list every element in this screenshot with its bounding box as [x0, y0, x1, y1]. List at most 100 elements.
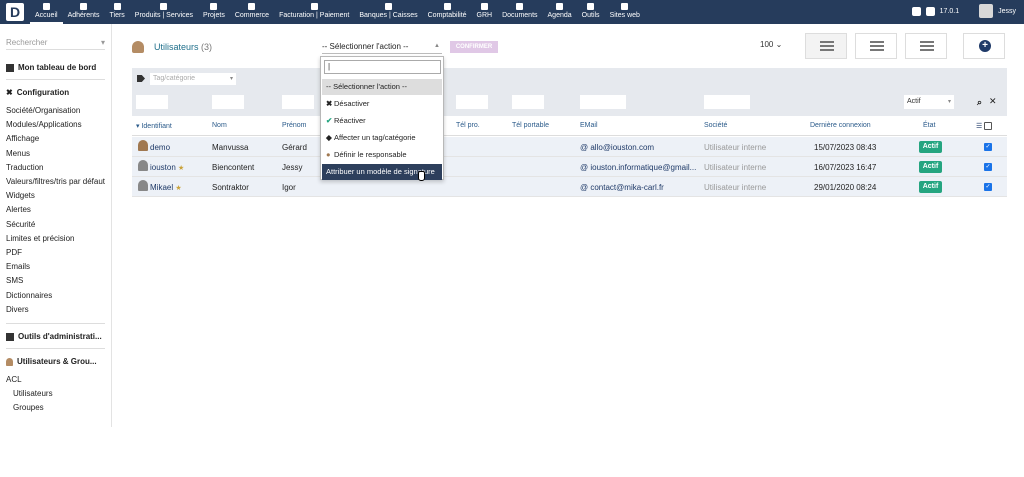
view-kanban-button[interactable] — [905, 33, 947, 59]
cell-email[interactable]: @ iouston.informatique@gmail... — [580, 163, 696, 172]
help-icon[interactable] — [925, 6, 935, 16]
sidebar-item-limites[interactable]: Limites et précision — [6, 232, 105, 246]
menu-documents[interactable]: Documents — [497, 0, 542, 24]
menu-agenda[interactable]: Agenda — [543, 0, 577, 24]
cell-login[interactable]: Mikael ★ — [150, 183, 182, 192]
confirm-button[interactable]: CONFIRMER — [450, 41, 498, 53]
sidebar-item-valeurs[interactable]: Valeurs/filtres/tris par défaut — [6, 175, 105, 189]
row-checkbox[interactable]: ✓ — [984, 163, 992, 171]
caret-up-icon: ▲ — [434, 43, 440, 49]
sidebar-item-affichage[interactable]: Affichage — [6, 132, 105, 146]
top-navbar: D Accueil Adhérents Tiers Produits | Ser… — [0, 0, 1024, 24]
user-name[interactable]: Jessy — [998, 8, 1016, 15]
col-phone[interactable]: Tél pro. — [456, 122, 480, 129]
filter-phone-input[interactable] — [456, 95, 488, 109]
menu-tiers[interactable]: Tiers — [105, 0, 130, 24]
col-lastname[interactable]: Nom — [212, 122, 227, 129]
sidebar-item-divers[interactable]: Divers — [6, 303, 105, 317]
cell-last-login: 16/07/2023 16:47 — [814, 163, 877, 172]
sidebar-item-acl[interactable]: ACL — [6, 373, 105, 387]
menu-grh[interactable]: GRH — [472, 0, 498, 24]
sidebar-item-modules[interactable]: Modules/Applications — [6, 118, 105, 132]
filter-login-input[interactable] — [136, 95, 168, 109]
col-last-login[interactable]: Dernière connexion — [810, 122, 871, 129]
new-user-button[interactable]: + — [963, 33, 1005, 59]
sidebar-item-utilisateurs[interactable]: Utilisateurs — [6, 387, 105, 401]
col-company[interactable]: Société — [704, 122, 727, 129]
tag-filter-input[interactable]: Tag/catégorie ▾ — [150, 73, 236, 85]
sidebar-item-groupes[interactable]: Groupes — [6, 401, 105, 415]
status-filter-select[interactable]: Actif ▾ — [904, 95, 954, 109]
view-list-button[interactable] — [805, 33, 847, 59]
col-mobile[interactable]: Tél portable — [512, 122, 549, 129]
menu-banques[interactable]: Banques | Caisses — [354, 0, 422, 24]
sidebar-users-groups[interactable]: Utilisateurs & Grou... — [6, 357, 105, 366]
menu-outils[interactable]: Outils — [577, 0, 605, 24]
menu-adherents[interactable]: Adhérents — [63, 0, 105, 24]
wrench-icon — [587, 3, 595, 10]
sidebar-admin-tools[interactable]: Outils d'administrati... — [6, 332, 105, 341]
row-checkbox[interactable]: ✓ — [984, 183, 992, 191]
limit-select[interactable]: 100 ⌄ — [760, 40, 782, 49]
col-status[interactable]: État — [923, 122, 935, 129]
sidebar-item-pdf[interactable]: PDF — [6, 246, 105, 260]
column-select-icon[interactable]: ☰ — [976, 122, 982, 130]
menu-commerce[interactable]: Commerce — [230, 0, 274, 24]
cell-email[interactable]: @ allo@iouston.com — [580, 143, 654, 152]
row-checkbox[interactable]: ✓ — [984, 143, 992, 151]
dropdown-item-tag[interactable]: ◆ Affecter un tag/catégorie — [322, 130, 442, 146]
print-icon[interactable] — [911, 6, 921, 16]
cell-lastname: Biencontent — [212, 163, 255, 172]
mouse-cursor-icon — [418, 171, 425, 181]
search-icon[interactable]: ⌕ — [977, 97, 982, 108]
filter-email-input[interactable] — [580, 95, 626, 109]
sidebar-item-dictionnaires[interactable]: Dictionnaires — [6, 289, 105, 303]
chevron-down-icon: ⌄ — [775, 40, 783, 49]
filter-mobile-input[interactable] — [512, 95, 544, 109]
filter-firstname-input[interactable] — [282, 95, 314, 109]
sidebar-dashboard[interactable]: Mon tableau de bord — [6, 63, 105, 72]
dropdown-search-input[interactable]: | — [324, 60, 441, 74]
cell-login[interactable]: iouston ★ — [150, 163, 184, 172]
menu-produits[interactable]: Produits | Services — [130, 0, 198, 24]
member-icon — [80, 3, 88, 10]
sidebar-configuration[interactable]: ✖ Configuration — [6, 88, 105, 97]
dropdown-item-responsable[interactable]: ● Définir le responsable — [322, 147, 442, 163]
col-login[interactable]: ▾ Identifiant — [136, 122, 172, 130]
app-logo[interactable]: D — [6, 3, 24, 21]
sidebar-item-sms[interactable]: SMS — [6, 274, 105, 288]
sidebar-item-widgets[interactable]: Widgets — [6, 189, 105, 203]
menu-projets[interactable]: Projets — [198, 0, 230, 24]
view-compact-list-button[interactable] — [855, 33, 897, 59]
sidebar-item-securite[interactable]: Sécurité — [6, 218, 105, 232]
sidebar-item-alertes[interactable]: Alertes — [6, 203, 105, 217]
grid-icon — [920, 41, 934, 51]
close-icon[interactable]: ✕ — [989, 96, 997, 107]
cell-company: Utilisateur interne — [704, 143, 767, 152]
filter-lastname-input[interactable] — [212, 95, 244, 109]
col-email[interactable]: EMail — [580, 122, 598, 129]
sidebar-item-societe[interactable]: Société/Organisation — [6, 104, 105, 118]
tag-icon: ◆ — [326, 133, 332, 142]
briefcase-icon — [248, 3, 256, 10]
building-icon — [113, 3, 121, 10]
mass-action-select[interactable]: -- Sélectionner l'action -- ▲ — [322, 42, 442, 54]
dropdown-item-placeholder[interactable]: -- Sélectionner l'action -- — [322, 79, 442, 95]
dropdown-item-reactiver[interactable]: ✔ Réactiver — [322, 113, 442, 129]
menu-sites-web[interactable]: Sites web — [605, 0, 645, 24]
sidebar-item-emails[interactable]: Emails — [6, 260, 105, 274]
cell-email[interactable]: @ contact@mika-carl.fr — [580, 183, 664, 192]
select-all-checkbox[interactable] — [984, 122, 992, 130]
sidebar-item-traduction[interactable]: Traduction — [6, 161, 105, 175]
filter-company-input[interactable] — [704, 95, 750, 109]
menu-facturation[interactable]: Facturation | Paiement — [274, 0, 354, 24]
dropdown-item-desactiver[interactable]: ✖ Désactiver — [322, 96, 442, 112]
sidebar-search[interactable]: Rechercher ▾ — [6, 38, 105, 50]
col-firstname[interactable]: Prénom — [282, 122, 307, 129]
menu-accueil[interactable]: Accueil — [30, 0, 63, 24]
cell-login[interactable]: demo — [150, 143, 170, 152]
menu-comptabilite[interactable]: Comptabilité — [423, 0, 472, 24]
sidebar-item-menus[interactable]: Menus — [6, 147, 105, 161]
avatar — [138, 180, 148, 191]
user-avatar[interactable] — [979, 4, 994, 18]
